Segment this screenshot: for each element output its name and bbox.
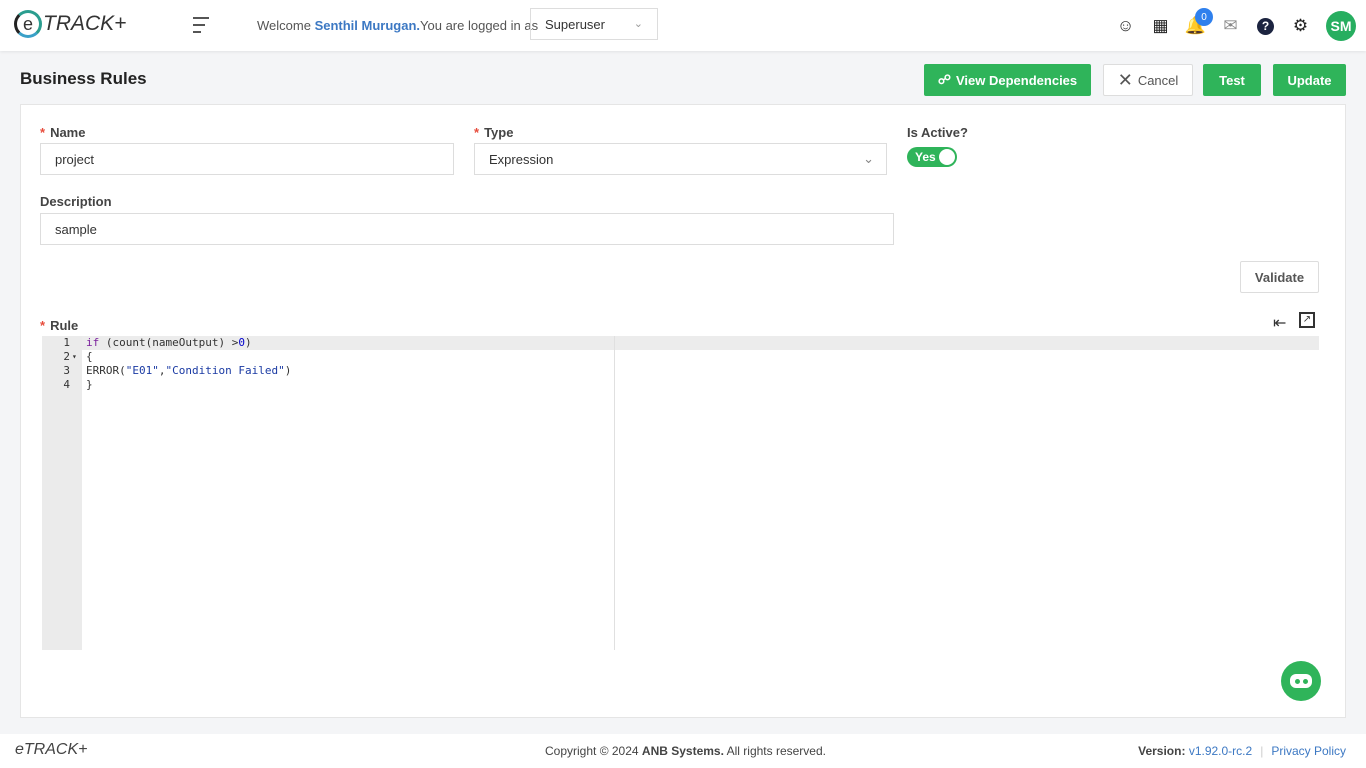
description-input[interactable]: sample [40, 213, 894, 245]
validate-button[interactable]: Validate [1240, 261, 1319, 293]
privacy-policy-link[interactable]: Privacy Policy [1271, 744, 1346, 758]
role-value: Superuser [545, 17, 605, 32]
type-select[interactable]: Expression ⌄ [474, 143, 887, 175]
name-label: * Name [40, 125, 86, 140]
is-active-toggle[interactable]: Yes [907, 147, 957, 167]
rule-label: * Rule [40, 318, 79, 333]
code-line: 3 ERROR("E01","Condition Failed") [42, 364, 1319, 378]
user-name: Senthil Murugan. [314, 18, 421, 33]
rule-code-editor[interactable]: 1 if (count(nameOutput) >0) 2 ▾{3 ERROR("E01… [42, 336, 1319, 650]
rule-form-panel: * Name project * Type Expression ⌄ Is Activ… [20, 104, 1346, 718]
type-label: * Type [474, 125, 514, 140]
code-line: 2 ▾{ [42, 350, 1319, 364]
line-number: 4 [63, 378, 70, 391]
logo-mark: e [14, 10, 42, 38]
toggle-label: Yes [915, 150, 936, 164]
notification-badge: 0 [1195, 8, 1213, 26]
role-select[interactable]: Superuser ⌄ [530, 8, 658, 40]
hierarchy-icon: ☍ [937, 72, 951, 87]
chevron-down-icon: ⌄ [863, 151, 874, 166]
code-line: 4} [42, 378, 1319, 392]
close-icon: ✕ [1117, 69, 1133, 90]
version-value: v1.92.0-rc.2 [1188, 744, 1253, 758]
top-bar: e TRACK+ Welcome Senthil Murugan.You are … [0, 0, 1366, 51]
app-logo[interactable]: e TRACK+ [14, 10, 126, 38]
welcome-prefix: Welcome [257, 18, 315, 33]
welcome-text: Welcome Senthil Murugan.You are logged i… [257, 18, 538, 33]
robot-icon [1290, 674, 1312, 688]
mail-icon[interactable]: ✉ [1213, 10, 1248, 42]
welcome-suffix: You are logged in as [420, 18, 539, 33]
calendar-icon[interactable]: ▦ [1143, 10, 1178, 42]
format-indent-icon[interactable]: ⇤ [1273, 313, 1286, 333]
view-dependencies-button[interactable]: ☍ View Dependencies [924, 64, 1091, 96]
support-icon[interactable]: ☺ [1108, 10, 1143, 42]
line-number: 1 [63, 336, 70, 349]
type-value: Expression [489, 152, 554, 167]
page-title: Business Rules [20, 69, 147, 88]
footer: eTRACK+ Copyright © 2024 ANB Systems. Al… [0, 734, 1366, 768]
is-active-label: Is Active? [907, 125, 968, 140]
gear-icon[interactable]: ⚙ [1283, 10, 1318, 42]
footer-logo: eTRACK+ [15, 741, 88, 758]
line-number: 3 [63, 364, 70, 377]
name-input[interactable]: project [40, 143, 454, 175]
version-info: Version: v1.92.0-rc.2 | Privacy Policy [1138, 744, 1346, 758]
chevron-down-icon: ⌄ [633, 18, 643, 30]
view-dependencies-label: View Dependencies [956, 72, 1078, 88]
copyright-text: Copyright © 2024 ANB Systems. All rights… [545, 744, 826, 758]
bell-icon[interactable]: 🔔 0 [1178, 8, 1213, 42]
menu-toggle-button[interactable] [193, 17, 209, 38]
fullscreen-icon[interactable]: ↗ [1299, 312, 1315, 328]
fold-icon[interactable]: ▾ [72, 350, 77, 364]
cancel-label: Cancel [1137, 72, 1179, 88]
update-button[interactable]: Update [1273, 64, 1346, 96]
line-number: 2 [63, 350, 70, 363]
chatbot-button[interactable] [1281, 661, 1321, 701]
description-label: Description [40, 194, 112, 209]
code-line: 1 if (count(nameOutput) >0) [42, 336, 1319, 350]
test-button[interactable]: Test [1203, 64, 1261, 96]
cancel-button[interactable]: ✕ Cancel [1103, 64, 1193, 96]
avatar[interactable]: SM [1326, 11, 1356, 41]
help-icon[interactable]: ? [1248, 10, 1283, 42]
